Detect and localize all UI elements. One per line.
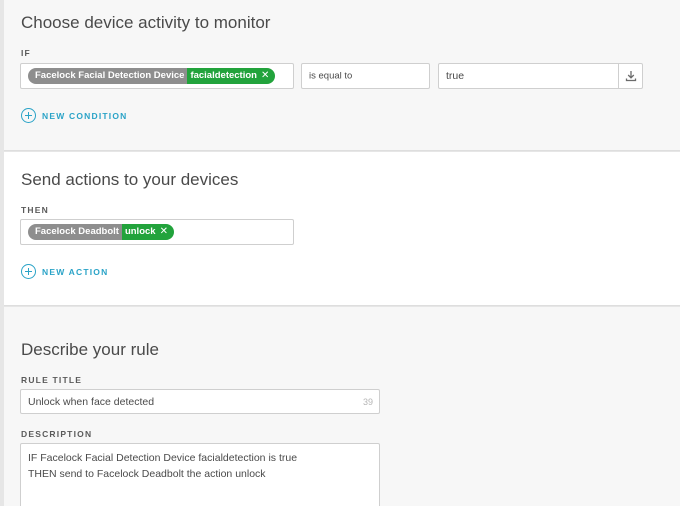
rule-title-input[interactable]: Unlock when face detected 39 [20,389,380,414]
description-line: IF Facelock Facial Detection Device faci… [28,452,298,464]
attribute-tag: facialdetection ✕ [187,68,276,84]
action-chip: Facelock Deadbolt unlock ✕ [28,224,174,240]
device-name: Facelock Facial Detection Device [28,68,188,84]
rule-section: Describe your rule RULE TITLE Unlock whe… [4,307,680,506]
download-icon[interactable] [618,64,642,88]
action-tag: unlock ✕ [121,224,174,240]
new-condition-button[interactable]: NEW CONDITION [21,108,127,123]
condition-heading: Choose device activity to monitor [21,13,271,32]
new-condition-label: NEW CONDITION [42,110,128,121]
remove-action-x-icon[interactable]: ✕ [160,224,168,240]
action-device-name: Facelock Deadbolt [28,224,122,240]
action-section: Send actions to your devices THEN Facelo… [4,152,680,306]
action-device-select[interactable]: Facelock Deadbolt unlock ✕ [20,219,294,245]
device-chip: Facelock Facial Detection Device faciald… [28,68,276,84]
description-line: THEN send to Facelock Deadbolt the actio… [28,468,266,480]
then-label: THEN [21,205,49,215]
value-text: true [446,70,465,82]
device-select[interactable]: Facelock Facial Detection Device faciald… [20,63,294,89]
rule-title-label: RULE TITLE [21,375,83,385]
remove-attribute-x-icon[interactable]: ✕ [261,68,269,84]
rule-title-value: Unlock when face detected [28,395,155,408]
new-action-label: NEW ACTION [42,266,109,277]
action-name: unlock [124,226,156,237]
char-counter: 39 [362,396,373,407]
plus-circle-icon [21,108,36,123]
plus-circle-icon [21,264,36,279]
rule-heading: Describe your rule [21,340,159,359]
value-input[interactable]: true [438,63,643,89]
if-label: IF [21,48,31,58]
description-label: DESCRIPTION [21,429,93,439]
operator-select[interactable]: is equal to [301,63,430,89]
operator-value: is equal to [309,70,353,82]
new-action-button[interactable]: NEW ACTION [21,264,108,279]
description-textarea[interactable]: IF Facelock Facial Detection Device faci… [20,443,380,506]
condition-section: Choose device activity to monitor IF Fac… [4,0,680,151]
attribute-name: facialdetection [190,70,257,81]
action-heading: Send actions to your devices [21,170,239,189]
